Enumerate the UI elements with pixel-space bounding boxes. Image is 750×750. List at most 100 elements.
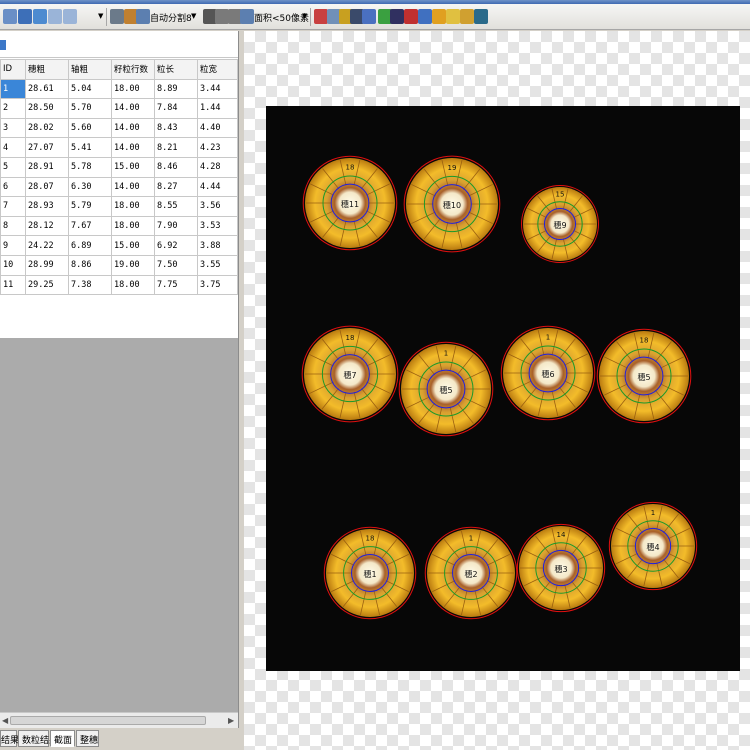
table-cell[interactable]: 4.40 xyxy=(197,117,238,139)
table-cell[interactable]: 5.04 xyxy=(68,78,112,100)
corn-ear[interactable]: 穗7 18 xyxy=(301,325,399,423)
table-cell[interactable]: 10 xyxy=(0,254,26,276)
table-cell[interactable]: 6.30 xyxy=(68,176,112,198)
corn-ear[interactable]: 穗11 18 xyxy=(302,155,398,251)
table-row[interactable]: 2 28.50 5.70 14.00 7.84 1.44 xyxy=(0,98,238,119)
table-row[interactable]: 10 28.99 8.86 19.00 7.50 3.55 xyxy=(0,254,238,276)
corn-ear[interactable]: 穗5 18 xyxy=(596,328,692,424)
table-row[interactable]: 3 28.02 5.60 14.00 8.43 4.40 xyxy=(0,117,238,139)
table-cell[interactable]: 18.00 xyxy=(111,78,155,100)
toolbar-dropdown-arrow[interactable]: ▼ xyxy=(98,12,103,20)
table-cell[interactable]: 4 xyxy=(0,137,26,158)
corn-ear[interactable]: 穗10 19 xyxy=(403,155,501,253)
table-cell[interactable]: 24.22 xyxy=(25,235,69,256)
table-cell[interactable]: 3.53 xyxy=(197,215,238,237)
corn-ear[interactable]: 穗2 1 xyxy=(424,526,518,620)
table-cell[interactable]: 28.50 xyxy=(25,98,69,119)
save-icon[interactable] xyxy=(460,9,474,24)
table-cell[interactable]: 6 xyxy=(0,176,26,198)
table-cell[interactable]: 3.44 xyxy=(197,78,238,100)
table-cell[interactable]: 6.89 xyxy=(68,235,112,256)
table-cell[interactable]: 7.84 xyxy=(154,98,198,119)
resize-icon[interactable] xyxy=(362,9,376,24)
table-cell[interactable]: 5.41 xyxy=(68,137,112,158)
corn-ear[interactable]: 穗3 14 xyxy=(516,523,606,613)
table-cell[interactable]: 28.02 xyxy=(25,117,69,139)
table-cell[interactable]: 8.86 xyxy=(68,254,112,276)
horizontal-scrollbar[interactable]: ◀ ▶ xyxy=(0,712,238,728)
settings-icon[interactable] xyxy=(110,9,124,24)
image-canvas[interactable]: 穗11 18 穗10 19 穗9 15 穗7 18 穗5 1 穗6 1 穗5 18 穗1 18 穗2 1 穗3 14 穗… xyxy=(244,31,750,750)
measure-icon[interactable] xyxy=(404,9,418,24)
split-mode-select[interactable]: 自动分割8 xyxy=(150,11,192,24)
table-cell[interactable]: 6.92 xyxy=(154,235,198,256)
table-cell[interactable]: 15.00 xyxy=(111,235,155,256)
table-cell[interactable]: 3.75 xyxy=(197,274,238,296)
table-cell[interactable]: 7.75 xyxy=(154,274,198,296)
table-cell[interactable]: 5.79 xyxy=(68,196,112,217)
table-row[interactable]: 1 28.61 5.04 18.00 8.89 3.44 xyxy=(0,78,238,100)
table-cell[interactable]: 5.78 xyxy=(68,156,112,178)
table-cell[interactable]: 4.28 xyxy=(197,156,238,178)
table-cell[interactable]: 4.23 xyxy=(197,137,238,158)
table-cell[interactable]: 28.12 xyxy=(25,215,69,237)
table-cell[interactable]: 4.44 xyxy=(197,176,238,198)
table-row[interactable]: 8 28.12 7.67 18.00 7.90 3.53 xyxy=(0,215,238,237)
tab-kernel-count[interactable]: 数粒结果 xyxy=(18,730,58,747)
split-icon[interactable] xyxy=(136,9,150,24)
table-cell[interactable]: 7.50 xyxy=(154,254,198,276)
table-cell[interactable]: 3.55 xyxy=(197,254,238,276)
table-cell[interactable]: 28.93 xyxy=(25,196,69,217)
folder-icon[interactable] xyxy=(446,9,460,24)
table-cell[interactable]: 3.56 xyxy=(197,196,238,217)
column-header-kernel-length[interactable]: 粒长 xyxy=(154,59,198,80)
scrollbar-thumb[interactable] xyxy=(10,716,206,725)
corn-ear[interactable]: 穗1 18 xyxy=(323,526,417,620)
filter-icon[interactable] xyxy=(240,9,254,24)
table-cell[interactable]: 5.70 xyxy=(68,98,112,119)
table-cell[interactable]: 27.07 xyxy=(25,137,69,158)
tab-result[interactable]: 结果 xyxy=(0,730,19,747)
table-cell[interactable]: 18.00 xyxy=(111,274,155,296)
table-cell[interactable]: 28.61 xyxy=(25,78,69,100)
table-cell[interactable]: 3.88 xyxy=(197,235,238,256)
table-cell[interactable]: 18.00 xyxy=(111,215,155,237)
table-cell[interactable]: 1.44 xyxy=(197,98,238,119)
table-cell[interactable]: 28.99 xyxy=(25,254,69,276)
export-icon[interactable] xyxy=(432,9,446,24)
table-cell[interactable]: 2 xyxy=(0,98,26,119)
stop-icon[interactable] xyxy=(390,9,404,24)
corn-ear[interactable]: 穗5 1 xyxy=(398,341,494,437)
column-header-kernel-width[interactable]: 粒宽 xyxy=(197,59,238,80)
palette-icon[interactable] xyxy=(418,9,432,24)
corn-ear[interactable]: 穗9 15 xyxy=(521,185,599,263)
table-cell[interactable]: 28.91 xyxy=(25,156,69,178)
table-cell[interactable]: 29.25 xyxy=(25,274,69,296)
table-cell[interactable]: 15.00 xyxy=(111,156,155,178)
table-cell[interactable]: 1 xyxy=(0,78,26,100)
column-header-ear-diameter[interactable]: 穗粗 xyxy=(25,59,69,80)
table-cell[interactable]: 11 xyxy=(0,274,26,296)
chart-icon[interactable] xyxy=(474,9,488,24)
table-cell[interactable]: 14.00 xyxy=(111,98,155,119)
table-cell[interactable]: 7 xyxy=(0,196,26,217)
table-cell[interactable]: 8.55 xyxy=(154,196,198,217)
table-cell[interactable]: 8.43 xyxy=(154,117,198,139)
table-cell[interactable]: 8.21 xyxy=(154,137,198,158)
column-header-id[interactable]: ID xyxy=(0,59,26,80)
table-row[interactable]: 6 28.07 6.30 14.00 8.27 4.44 xyxy=(0,176,238,198)
split-mode-arrow[interactable]: ▼ xyxy=(191,12,196,20)
home-icon[interactable] xyxy=(33,9,47,24)
tab-whole-ear[interactable]: 整穗 xyxy=(76,730,99,747)
corn-ear[interactable]: 穗6 1 xyxy=(500,325,596,421)
table-cell[interactable]: 8 xyxy=(0,215,26,237)
open-icon[interactable] xyxy=(18,9,32,24)
table-cell[interactable]: 14.00 xyxy=(111,117,155,139)
table-cell[interactable]: 5 xyxy=(0,156,26,178)
scroll-right-icon[interactable]: ▶ xyxy=(228,716,234,725)
table-row[interactable]: 7 28.93 5.79 18.00 8.55 3.56 xyxy=(0,196,238,217)
table-row[interactable]: 9 24.22 6.89 15.00 6.92 3.88 xyxy=(0,235,238,256)
table-cell[interactable]: 8.27 xyxy=(154,176,198,198)
table-cell[interactable]: 8.46 xyxy=(154,156,198,178)
table-row[interactable]: 11 29.25 7.38 18.00 7.75 3.75 xyxy=(0,274,238,296)
